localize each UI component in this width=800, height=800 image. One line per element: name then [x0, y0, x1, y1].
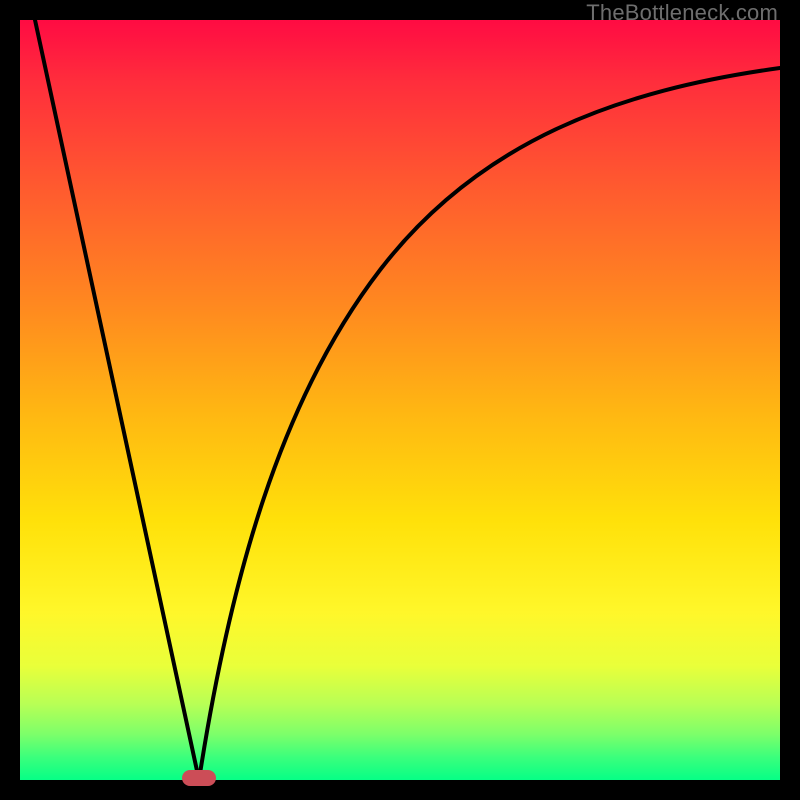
- curve-left-branch: [35, 20, 199, 780]
- watermark-text: TheBottleneck.com: [586, 0, 778, 26]
- curve-right-branch: [199, 68, 780, 780]
- chart-plot-area: [20, 20, 780, 780]
- optimal-point-marker: [182, 770, 216, 786]
- bottleneck-curve: [20, 20, 780, 780]
